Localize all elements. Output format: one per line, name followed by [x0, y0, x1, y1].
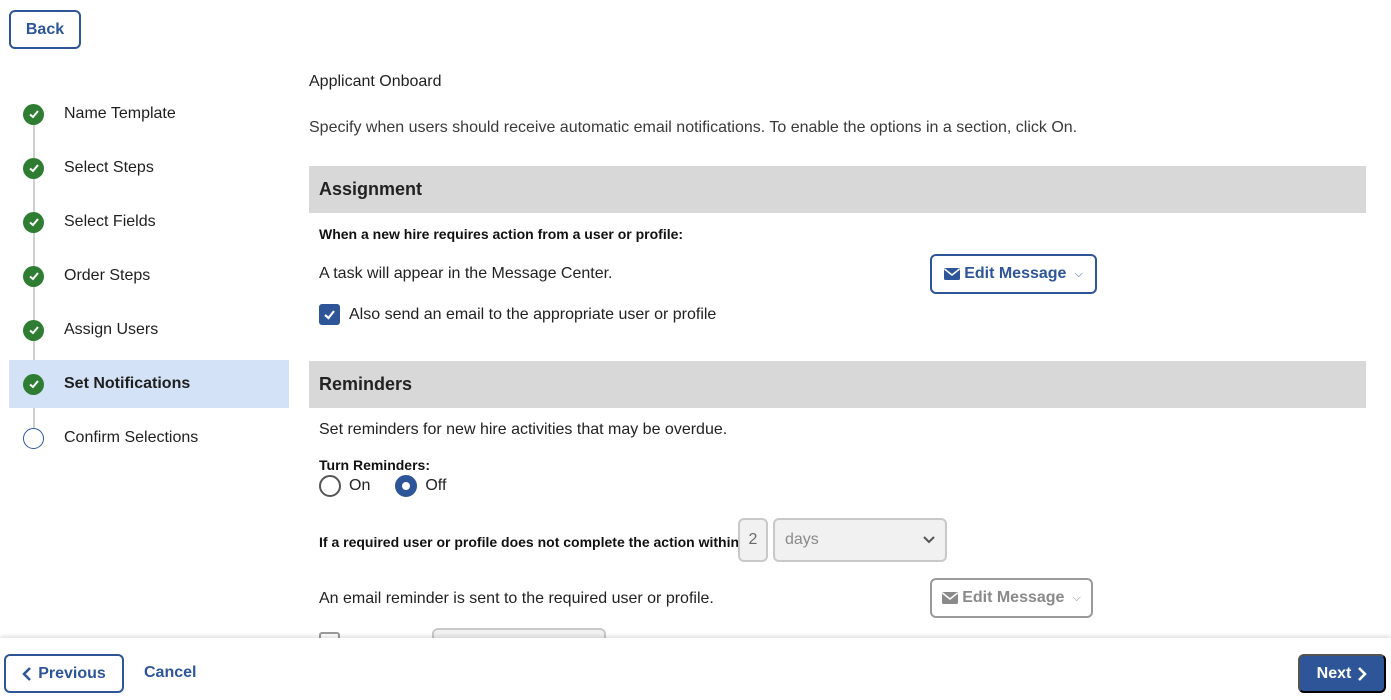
within-label: If a required user or profile does not c…: [319, 534, 744, 550]
check-circle-icon: [23, 319, 44, 341]
footer-bar: Previous Cancel Next: [0, 638, 1391, 700]
edit-reminder-message-button[interactable]: Edit Message ⌵: [930, 578, 1093, 618]
cancel-link[interactable]: Cancel: [144, 664, 196, 682]
step-label: Set Notifications: [64, 375, 191, 392]
edit-message-label: Edit Message: [964, 265, 1067, 282]
step-label: Confirm Selections: [64, 429, 199, 446]
assignment-section: Assignment When a new hire requires acti…: [309, 166, 1366, 325]
envelope-icon: [942, 592, 959, 604]
radio-off[interactable]: [395, 475, 418, 497]
next-button[interactable]: Next: [1298, 654, 1386, 693]
step-select-fields[interactable]: Select Fields: [9, 198, 289, 246]
envelope-icon: [944, 268, 961, 280]
unit-select[interactable]: days: [773, 518, 947, 562]
step-label: Assign Users: [64, 321, 159, 338]
intro-text: Specify when users should receive automa…: [309, 119, 1078, 136]
section-header: Reminders: [309, 361, 1366, 408]
radio-off-label: Off: [425, 477, 447, 494]
chevron-down-icon: ⌵: [1074, 267, 1083, 280]
step-name-template[interactable]: Name Template: [9, 90, 289, 138]
edit-message-button[interactable]: Edit Message ⌵: [930, 254, 1097, 294]
step-label: Name Template: [64, 105, 176, 122]
step-order-steps[interactable]: Order Steps: [9, 252, 289, 300]
email-checkbox[interactable]: [319, 304, 340, 325]
edit-message-label: Edit Message: [962, 589, 1065, 606]
chevron-down-icon: [923, 536, 935, 544]
step-label: Select Fields: [64, 213, 156, 230]
step-assign-users[interactable]: Assign Users: [9, 306, 289, 354]
step-confirm-selections[interactable]: Confirm Selections: [9, 414, 289, 462]
step-select-steps[interactable]: Select Steps: [9, 144, 289, 192]
empty-circle-icon: [23, 427, 44, 449]
chevron-right-icon: [1358, 666, 1368, 681]
step-label: Select Steps: [64, 159, 154, 176]
check-circle-icon: [23, 157, 44, 179]
email-checkbox-row: Also send an email to the appropriate us…: [319, 304, 716, 325]
check-circle-icon: [23, 103, 44, 125]
email-checkbox-label: Also send an email to the appropriate us…: [349, 305, 717, 323]
unit-select-value: days: [785, 531, 819, 548]
reminders-description: Set reminders for new hire activities th…: [319, 421, 728, 438]
back-button[interactable]: Back: [9, 10, 81, 49]
check-circle-icon: [23, 373, 44, 395]
chevron-down-icon: ⌵: [1072, 591, 1081, 604]
assignment-subheading: When a new hire requires action from a u…: [319, 226, 684, 242]
chevron-left-icon: [22, 666, 32, 681]
next-label: Next: [1316, 664, 1352, 682]
step-set-notifications[interactable]: Set Notifications: [9, 360, 289, 408]
within-number-input[interactable]: 2: [738, 518, 768, 562]
page-title: Applicant Onboard: [309, 73, 442, 90]
email-reminder-text: An email reminder is sent to the require…: [319, 590, 714, 607]
step-label: Order Steps: [64, 267, 151, 284]
main-content: Applicant Onboard Specify when users sho…: [309, 70, 1366, 618]
steps-sidebar: Name Template Select Steps Select Fields…: [9, 90, 289, 468]
task-text: A task will appear in the Message Center…: [319, 265, 613, 282]
previous-button[interactable]: Previous: [4, 654, 124, 693]
check-circle-icon: [23, 265, 44, 287]
radio-on-label: On: [349, 477, 371, 494]
section-header: Assignment: [309, 166, 1366, 213]
check-circle-icon: [23, 211, 44, 233]
turn-reminders-label: Turn Reminders:: [319, 457, 430, 473]
previous-label: Previous: [38, 664, 106, 682]
reminders-radio-group: On Off: [319, 475, 446, 497]
reminders-section: Reminders Set reminders for new hire act…: [309, 361, 1366, 618]
radio-on[interactable]: [319, 475, 341, 497]
